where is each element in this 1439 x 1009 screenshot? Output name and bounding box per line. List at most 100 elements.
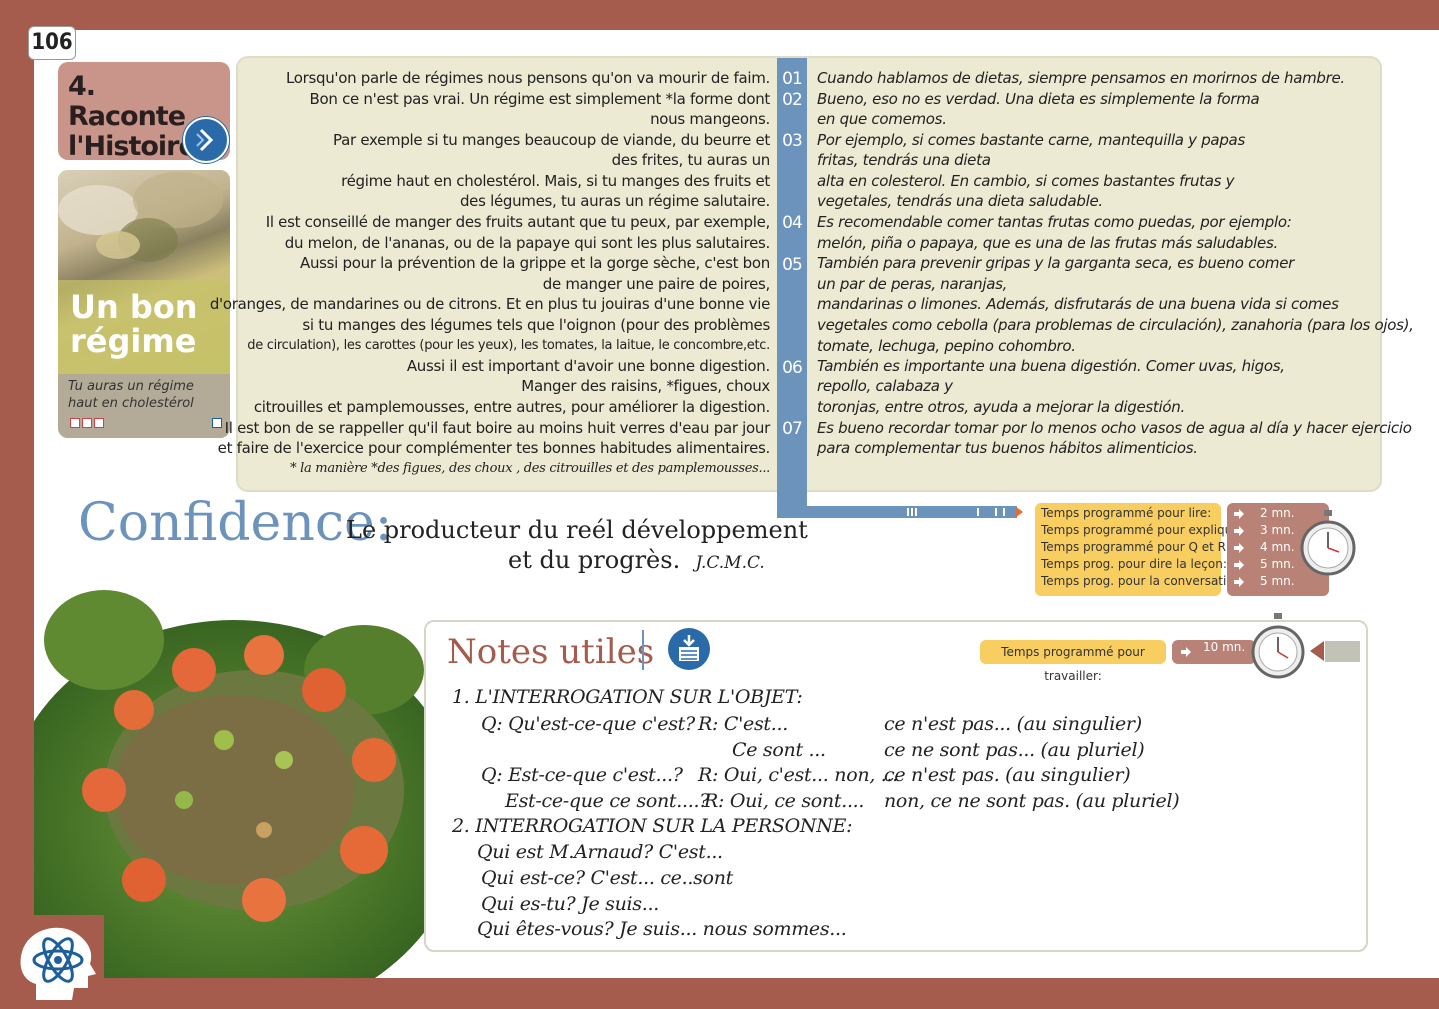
- spanish-line: También para prevenir gripas y la gargan…: [817, 254, 1294, 272]
- french-line: régime haut en cholestérol. Mais, si tu …: [341, 172, 770, 190]
- french-line: nous mangeons.: [650, 110, 770, 128]
- notes-answer: Ce sont ...: [732, 739, 826, 761]
- french-line: Aussi il est important d'avoir une bonne…: [406, 357, 770, 375]
- pager-dot[interactable]: [70, 418, 80, 428]
- line-number: 01: [782, 69, 803, 89]
- arrow-right-icon: [1181, 647, 1191, 657]
- arrow-right-icon: [1234, 543, 1244, 553]
- download-button[interactable]: [668, 628, 710, 670]
- line-number: 07: [782, 419, 803, 439]
- french-line: Par exemple si tu manges beaucoup de via…: [333, 131, 770, 149]
- line-number: 02: [782, 90, 803, 110]
- atom-head-icon: [20, 927, 96, 1000]
- stopwatch-icon: [1251, 613, 1305, 679]
- line-number: 04: [782, 213, 803, 233]
- pager-dot-active[interactable]: [212, 418, 222, 428]
- panel-tab[interactable]: [1325, 641, 1360, 662]
- confidence-quote-line: Le producteur du reél développement: [346, 516, 808, 544]
- notes-person-line: Qui êtes-vous? Je suis... nous sommes...: [477, 918, 847, 940]
- spanish-line: vegetales, tendrás una dieta saludable.: [817, 192, 1103, 210]
- divider: [642, 630, 644, 670]
- notes-answer: R: Oui, c'est... non, ...: [698, 764, 898, 786]
- spanish-line: Bueno, eso no es verdad. Una dieta es si…: [817, 90, 1260, 108]
- work-time-label: Temps programmé pour travailler:: [980, 640, 1166, 683]
- timing-label: Temps prog. pour dire la leçon:: [1041, 557, 1227, 571]
- notes-title: Notes utiles: [447, 632, 655, 672]
- confidence-quote-line: et du progrès. J.C.M.C.: [508, 546, 765, 574]
- notes-question: Est-ce-que ce sont....?: [505, 790, 710, 812]
- next-arrow-icon: [196, 128, 214, 152]
- arrow-right-icon: [1234, 560, 1244, 570]
- card-caption: Tu auras un régime haut en cholestérol: [68, 379, 194, 411]
- spanish-line: Es bueno recordar tomar por lo menos och…: [817, 419, 1412, 437]
- french-line: et faire de l'exercice pour complémenter…: [217, 439, 771, 457]
- spanish-line: mandarinas o limones. Además, disfrutará…: [817, 295, 1339, 313]
- spanish-line: para complementar tus buenos hábitos ali…: [817, 439, 1198, 457]
- notes-person-line: Qui es-tu? Je suis...: [481, 893, 659, 915]
- line-number: 03: [782, 131, 803, 151]
- line-number: 06: [782, 358, 803, 378]
- french-line: Il est bon de se rappeller qu'il faut bo…: [224, 419, 771, 437]
- timing-value: 3 mn.: [1260, 523, 1295, 537]
- spanish-line: alta en colesterol. En cambio, si comes …: [817, 172, 1235, 190]
- next-button[interactable]: [183, 117, 229, 163]
- french-line: si tu manges des légumes tels que l'oign…: [302, 316, 770, 334]
- notes-person-line: Qui est M.Arnaud? C'est...: [477, 841, 723, 863]
- french-line: Lorsqu'on parle de régimes nous pensons …: [285, 69, 770, 87]
- timing-value: 5 mn.: [1260, 574, 1295, 588]
- line-number-bar-foot: [777, 506, 1023, 518]
- spanish-line: melón, piña o papaya, que es una de las …: [817, 234, 1278, 252]
- french-line: des légumes, tu auras un régime salutair…: [459, 192, 770, 210]
- french-line: d'oranges, de mandarines ou de citrons. …: [209, 295, 770, 313]
- timing-label: Temps programmé pour lire:: [1041, 506, 1212, 520]
- french-line: Bon ce n'est pas vrai. Un régime est sim…: [309, 90, 771, 108]
- french-line: Aussi pour la prévention de la grippe et…: [299, 254, 770, 272]
- spanish-line: un par de peras, naranjas,: [817, 275, 1008, 293]
- spanish-line: repollo, calabaza y: [817, 377, 953, 395]
- spanish-line: Por ejemplo, si comes bastante carne, ma…: [817, 131, 1245, 149]
- panel-marker: [1310, 641, 1324, 661]
- notes-question: Q: Est-ce-que c'est...?: [481, 764, 683, 786]
- line-number: 05: [782, 255, 803, 275]
- spanish-line: fritas, tendrás una dieta: [817, 151, 991, 169]
- download-doc-icon: [679, 635, 699, 661]
- arrow-right-icon: [1234, 509, 1244, 519]
- timing-value: 2 mn.: [1260, 506, 1295, 520]
- notes-person-line: Qui est-ce? C'est... ce..sont: [481, 867, 733, 889]
- confidence-quote-text: et du progrès.: [508, 546, 681, 574]
- french-line: de circulation), les carottes (pour les …: [247, 338, 770, 353]
- pager-dot[interactable]: [82, 418, 92, 428]
- notes-negative: ce n'est pas... (au singulier): [884, 713, 1142, 735]
- arrow-right-icon: [1234, 577, 1244, 587]
- notes-heading: 1. L'INTERROGATION SUR L'OBJET:: [452, 686, 803, 708]
- french-footnote: * la manière *des figues, des choux , de…: [290, 461, 770, 476]
- line-number-bar: [777, 58, 807, 518]
- notes-heading: 2. INTERROGATION SUR LA PERSONNE:: [452, 815, 853, 837]
- pager-dot[interactable]: [94, 418, 104, 428]
- notes-negative: ce n'est pas. (au singulier): [884, 764, 1131, 786]
- timing-label: Temps programmé pour Q et R:: [1041, 540, 1230, 554]
- spanish-line: toronjas, entre otros, ayuda a mejorar l…: [817, 398, 1185, 416]
- spanish-line: en que comemos.: [817, 110, 947, 128]
- timing-label: Temps programmé pour expliquer:: [1041, 523, 1249, 537]
- french-line: citrouilles et pamplemousses, entre autr…: [253, 398, 770, 416]
- card-title: Un bon régime: [70, 288, 198, 360]
- notes-negative: non, ce ne sont pas. (au pluriel): [884, 790, 1180, 812]
- french-line: du melon, de l'ananas, ou de la papaye q…: [284, 234, 771, 252]
- french-line: Manger des raisins, *figues, choux: [521, 377, 770, 395]
- timing-value: 4 mn.: [1260, 540, 1295, 554]
- notes-negative: ce ne sont pas... (au pluriel): [884, 739, 1145, 761]
- notes-question: Q: Qu'est-ce-que c'est?: [481, 713, 695, 735]
- timing-label: Temps prog. pour la conversation:: [1041, 574, 1246, 588]
- confidence-signature: J.C.M.C.: [695, 553, 765, 573]
- french-line: des frites, tu auras un: [611, 151, 771, 169]
- spanish-line: vegetales como cebolla (para problemas d…: [817, 316, 1414, 334]
- notes-answer: R: C'est...: [698, 713, 788, 735]
- arrow-right-icon: [1234, 526, 1244, 536]
- notes-answer: R: Oui, ce sont....: [704, 790, 865, 812]
- stopwatch-icon: [1300, 510, 1356, 576]
- timing-value: 5 mn.: [1260, 557, 1295, 571]
- lesson-card: Un bon régime Tu auras un régime haut en…: [58, 170, 230, 438]
- french-line: de manger une paire de poires,: [542, 275, 771, 293]
- page-number: 106: [28, 26, 76, 60]
